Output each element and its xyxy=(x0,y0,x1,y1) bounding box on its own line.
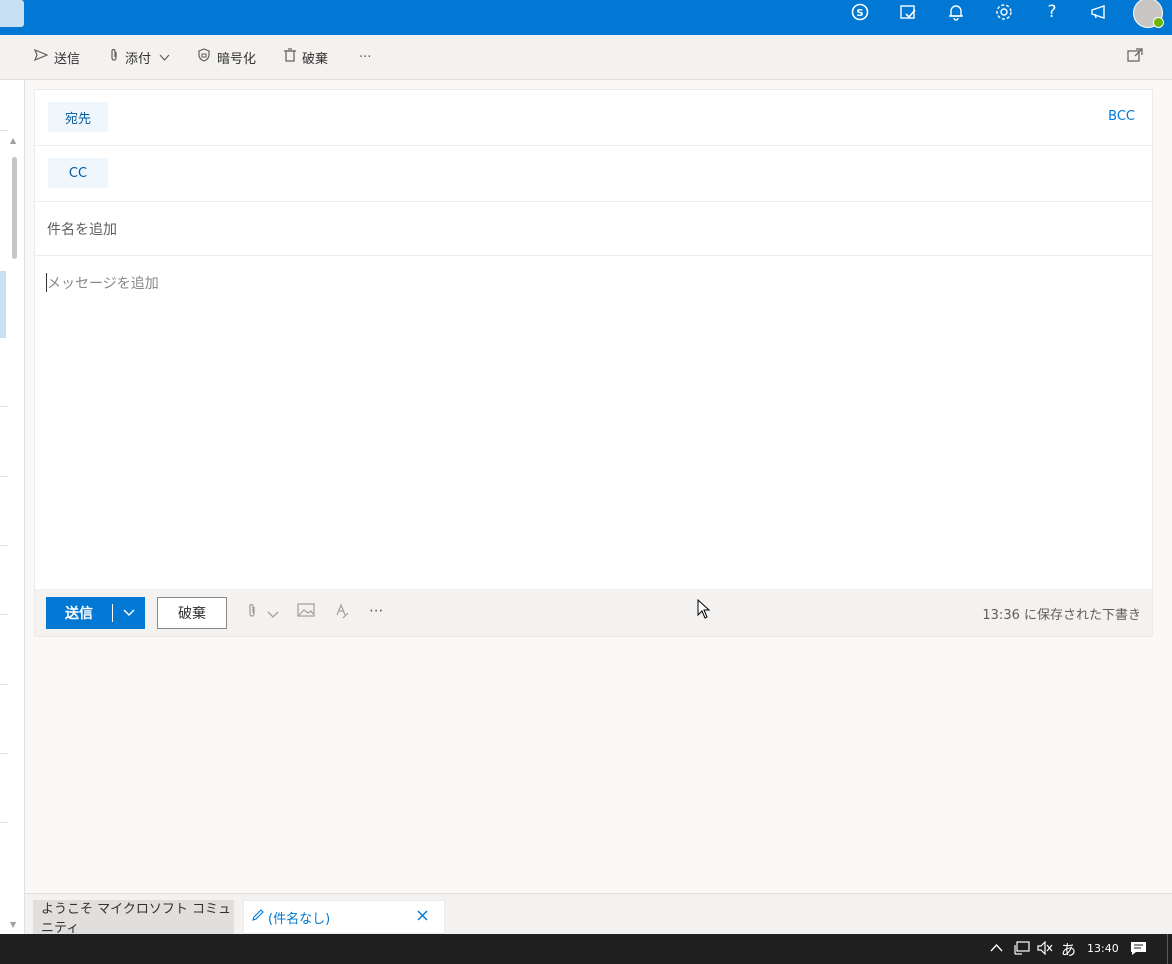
selected-item-indicator[interactable] xyxy=(0,271,6,338)
avatar[interactable] xyxy=(1133,0,1164,28)
todo-icon[interactable] xyxy=(891,0,925,24)
toolbar-more-label: ··· xyxy=(359,49,372,65)
close-icon[interactable] xyxy=(417,909,428,925)
subject-input[interactable]: 件名を追加 xyxy=(47,219,117,239)
toolbar-send-button[interactable]: 送信 xyxy=(33,47,81,67)
tab-draft-label: (件名なし) xyxy=(268,911,331,927)
text-caret xyxy=(46,273,47,292)
pencil-icon xyxy=(252,909,264,925)
cc-row[interactable]: CC xyxy=(35,145,1152,202)
cc-button[interactable]: CC xyxy=(48,158,108,188)
shield-icon xyxy=(197,48,211,66)
bcc-button[interactable]: BCC xyxy=(1108,109,1135,124)
to-row[interactable]: 宛先 BCC xyxy=(35,90,1152,146)
send-icon xyxy=(33,48,49,65)
list-divider xyxy=(0,406,8,407)
image-icon[interactable] xyxy=(297,603,315,621)
tab-welcome[interactable]: ようこそ マイクロソフト コミュニティ xyxy=(33,900,234,936)
show-desktop-divider[interactable] xyxy=(1167,934,1168,964)
presence-badge xyxy=(1153,17,1164,28)
toolbar-more-button[interactable]: ··· xyxy=(359,47,371,67)
gear-icon[interactable] xyxy=(987,0,1021,24)
volume-muted-icon[interactable] xyxy=(1037,940,1053,959)
compose-pane: 宛先 BCC CC 件名を追加 メッセージを追加 送信 破棄 ··· 13:36… xyxy=(34,89,1153,637)
action-center-icon[interactable] xyxy=(1130,941,1147,960)
list-divider xyxy=(0,476,8,477)
pop-out-button[interactable] xyxy=(1127,47,1143,67)
ime-indicator[interactable]: あ xyxy=(1061,939,1076,960)
list-divider xyxy=(0,753,8,754)
attach-icon[interactable] xyxy=(247,603,257,623)
toolbar-discard-label: 破棄 xyxy=(302,51,329,67)
list-divider xyxy=(0,822,8,823)
draft-saved-status: 13:36 に保存された下書き xyxy=(982,608,1141,623)
top-bar: S ? xyxy=(0,0,1172,35)
clock[interactable]: 13:40 xyxy=(1087,942,1119,955)
list-divider xyxy=(0,545,8,546)
toolbar-attach-button[interactable]: 添付 xyxy=(109,47,170,67)
skype-icon[interactable]: S xyxy=(843,0,877,24)
discard-button[interactable]: 破棄 xyxy=(157,597,227,629)
list-divider xyxy=(0,684,8,685)
help-icon[interactable]: ? xyxy=(1035,0,1069,24)
toolbar-attach-label: 添付 xyxy=(125,51,152,67)
pop-out-icon xyxy=(1127,48,1143,66)
compose-footer: 送信 破棄 ··· 13:36 に保存された下書き xyxy=(35,589,1152,636)
toolbar-encrypt-label: 暗号化 xyxy=(217,51,257,67)
megaphone-icon[interactable] xyxy=(1083,0,1117,24)
chevron-down-icon[interactable] xyxy=(159,50,170,65)
send-button-label: 送信 xyxy=(65,606,93,622)
footer-more-button[interactable]: ··· xyxy=(369,602,383,620)
toolbar-send-label: 送信 xyxy=(54,51,81,67)
command-bar: 送信 添付 暗号化 破棄 ··· xyxy=(0,35,1172,80)
toolbar-encrypt-button[interactable]: 暗号化 xyxy=(197,47,256,67)
paperclip-icon xyxy=(109,48,119,66)
tab-welcome-label: ようこそ マイクロソフト コミュニティ xyxy=(41,902,232,936)
send-options-chevron-icon[interactable] xyxy=(113,606,145,620)
list-divider xyxy=(0,614,8,615)
svg-text:S: S xyxy=(856,8,863,19)
trash-icon xyxy=(284,48,296,66)
list-divider xyxy=(0,130,8,131)
network-icon[interactable] xyxy=(1014,941,1030,959)
tab-draft[interactable]: (件名なし) xyxy=(243,900,445,934)
mouse-cursor-icon xyxy=(697,599,711,619)
attach-chevron-down-icon[interactable] xyxy=(267,605,279,623)
chevron-up-icon[interactable] xyxy=(990,941,1003,956)
draft-tab-bar: ようこそ マイクロソフト コミュニティ (件名なし) xyxy=(25,893,1172,936)
send-button[interactable]: 送信 xyxy=(46,597,145,629)
message-body-input[interactable]: メッセージを追加 xyxy=(47,273,159,293)
subject-row[interactable] xyxy=(35,201,1152,256)
windows-taskbar: あ 13:40 xyxy=(0,934,1172,964)
to-button[interactable]: 宛先 xyxy=(48,102,108,132)
scrollbar-thumb[interactable] xyxy=(12,157,17,259)
toolbar-discard-button[interactable]: 破棄 xyxy=(284,47,328,67)
format-text-icon[interactable] xyxy=(335,603,349,623)
scroll-down-arrow[interactable]: ▼ xyxy=(10,920,16,929)
app-launcher-chip[interactable] xyxy=(0,0,24,27)
scroll-up-arrow[interactable]: ▲ xyxy=(10,136,16,145)
bell-icon[interactable] xyxy=(939,0,973,24)
